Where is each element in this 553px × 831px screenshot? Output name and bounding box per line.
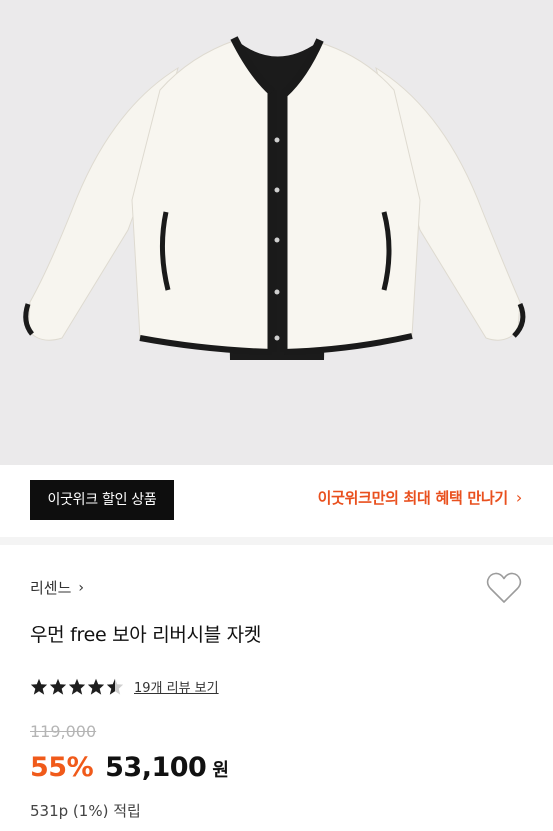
promo-link[interactable]: 이굿위크만의 최대 혜택 만나기 › (317, 487, 523, 508)
star-half-icon (106, 678, 124, 695)
section-divider (0, 537, 553, 545)
chevron-right-icon: › (515, 488, 522, 507)
sale-price: 53,100 (105, 752, 207, 783)
product-title: 우먼 free 보아 리버시블 자켓 (30, 624, 262, 646)
promo-link-label: 이굿위크만의 최대 혜택 만나기 (317, 489, 509, 507)
brand-name: 리센느 (30, 579, 72, 597)
star-icon (49, 678, 67, 695)
promo-badge: 이굿위크 할인 상품 (30, 480, 174, 520)
star-icon (30, 678, 48, 695)
rating-row: 19개 리뷰 보기 (30, 677, 219, 696)
points-info: 531p (1%) 적립 (30, 802, 141, 820)
chevron-right-icon: › (78, 579, 85, 596)
product-image[interactable] (0, 0, 553, 465)
original-price: 119,000 (30, 722, 97, 741)
rating-stars (30, 678, 124, 695)
star-icon (87, 678, 105, 695)
star-icon (68, 678, 86, 695)
brand-link[interactable]: 리센느 › (30, 577, 84, 598)
price-row: 55% 53,100 원 (30, 752, 229, 783)
heart-outline-icon[interactable] (486, 571, 522, 605)
review-link[interactable]: 19개 리뷰 보기 (134, 677, 219, 696)
currency-label: 원 (212, 760, 229, 781)
discount-rate: 55% (30, 752, 94, 783)
jacket-illustration (23, 36, 526, 360)
